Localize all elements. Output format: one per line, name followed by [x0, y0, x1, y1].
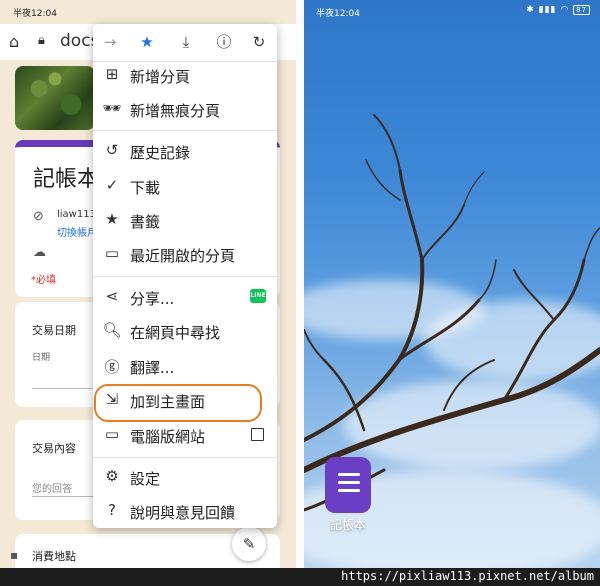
status-bar: 半夜12:04 ✱ ▮▮▮ ◠ 87 — [0, 0, 600, 22]
date-input[interactable] — [32, 388, 102, 389]
menu-item-desktop-site[interactable]: ▭ 電腦版網站 — [93, 420, 277, 452]
download-icon[interactable]: ⤓ — [175, 31, 197, 53]
menu-item-history[interactable]: ↺ 歷史記錄 — [93, 136, 277, 168]
content-question-label: 交易內容 — [32, 442, 76, 455]
menu-item-label: 最近開啟的分頁 — [130, 247, 236, 265]
report-icon[interactable]: ▪ — [10, 548, 18, 562]
menu-item-label: 設定 — [130, 470, 161, 488]
form-banner-image — [15, 66, 95, 130]
home-icon[interactable]: ⌂ — [9, 32, 19, 51]
date-question-label: 交易日期 — [32, 324, 76, 337]
menu-toolbar: → ★ ⤓ ⓘ ↻ — [93, 24, 277, 60]
forward-icon[interactable]: → — [99, 31, 121, 53]
status-time: 半夜12:04 — [13, 9, 57, 19]
status-icons: ✱ ▮▮▮ ◠ 87 — [526, 5, 590, 15]
menu-item-label: 下載 — [130, 179, 161, 197]
menu-divider — [93, 130, 277, 131]
desktop-site-checkbox[interactable] — [251, 428, 264, 441]
share-icon: ⋖ — [105, 287, 119, 305]
menu-item-new-tab[interactable]: ⊞ 新增分頁 — [93, 60, 277, 92]
info-icon[interactable]: ⓘ — [213, 31, 235, 53]
app-label: 記帳本 — [329, 518, 366, 532]
menu-divider — [93, 276, 277, 277]
new-tab-icon: ⊞ — [105, 65, 119, 83]
menu-item-label: 新增分頁 — [130, 68, 191, 86]
menu-item-label: 在網頁中尋找 — [130, 324, 221, 342]
menu-item-label: 書籤 — [130, 213, 161, 231]
watermark-text: https://pixliaw113.pixnet.net/album — [341, 569, 594, 583]
translate-icon: ⓖ — [104, 358, 120, 376]
date-sub-label: 日期 — [32, 353, 51, 363]
content-answer-input[interactable]: 您的回答 — [32, 480, 72, 495]
browser-overflow-menu: → ★ ⤓ ⓘ ↻ ⊞ 新增分頁 🕶︎ 新增無痕分頁 ↺ 歷史記錄 ✓ 下載 ★… — [93, 24, 277, 528]
eye-off-icon: ⊘ — [33, 209, 44, 224]
menu-item-recent-tabs[interactable]: ▭ 最近開啟的分頁 — [93, 239, 277, 271]
menu-item-translate[interactable]: ⓖ 翻譯... — [93, 351, 277, 383]
menu-item-label: 分享... — [130, 290, 175, 308]
incognito-icon: 🕶︎ — [102, 99, 122, 117]
menu-item-label: 翻譯... — [130, 359, 175, 377]
left-phone-screen: 半夜12:04 ✱ ▮▮▮ ◠ 87 ⌂ 🔒︎ docs 記帳本 ⊘ liaw1… — [0, 0, 600, 574]
history-icon: ↺ — [105, 141, 119, 159]
menu-item-help[interactable]: ? 說明與意見回饋 — [93, 496, 277, 528]
bookmarks-icon: ★ — [105, 210, 119, 228]
settings-icon: ⚙ — [105, 467, 119, 485]
switch-account-link[interactable]: 切換帳戶 — [57, 224, 97, 239]
downloads-icon: ✓ — [105, 176, 119, 194]
lock-icon: 🔒︎ — [38, 33, 45, 48]
forms-app-icon[interactable] — [325, 457, 371, 513]
recent-tabs-icon: ▭ — [104, 244, 120, 262]
menu-item-incognito[interactable]: 🕶︎ 新增無痕分頁 — [93, 94, 277, 126]
menu-item-label: 說明與意見回饋 — [130, 504, 236, 522]
pencil-icon: ✎ — [242, 535, 256, 553]
menu-item-label: 電腦版網站 — [130, 428, 206, 446]
menu-item-label: 歷史記錄 — [130, 144, 191, 162]
account-name: liaw113 — [57, 209, 96, 220]
menu-divider — [93, 457, 277, 458]
desktop-site-icon: ▭ — [104, 425, 120, 443]
reload-icon[interactable]: ↻ — [248, 31, 270, 53]
add-to-home-highlight — [94, 384, 262, 422]
menu-item-label: 新增無痕分頁 — [130, 102, 221, 120]
list-icon — [338, 473, 360, 497]
right-phone-screen: 半夜12:04 ✱ ▮▮▮ ◠ 87 記帳本 — [304, 0, 600, 568]
status-time: 半夜12:04 — [316, 9, 360, 19]
form-title: 記帳本 — [33, 167, 100, 192]
cloud-icon: ☁ — [33, 245, 46, 260]
required-note: *必填 — [31, 275, 56, 286]
status-bar: 半夜12:04 ✱ ▮▮▮ ◠ 87 — [304, 0, 600, 22]
find-in-page-icon: 🔍︎ — [102, 321, 122, 339]
place-question-label: 消費地點 — [32, 550, 76, 563]
content-input-underline — [32, 496, 102, 497]
battery-indicator: 87 — [573, 5, 590, 15]
edit-button[interactable]: ✎ — [232, 527, 266, 561]
menu-item-share[interactable]: ⋖ 分享... LINE — [93, 282, 277, 314]
help-icon: ? — [108, 501, 116, 519]
menu-item-find-in-page[interactable]: 🔍︎ 在網頁中尋找 — [93, 316, 277, 348]
menu-item-downloads[interactable]: ✓ 下載 — [93, 171, 277, 203]
star-icon[interactable]: ★ — [136, 31, 158, 53]
menu-item-settings[interactable]: ⚙ 設定 — [93, 462, 277, 494]
menu-item-bookmarks[interactable]: ★ 書籤 — [93, 205, 277, 237]
watermark-bar: https://pixliaw113.pixnet.net/album — [0, 568, 600, 586]
line-app-icon[interactable]: LINE — [250, 289, 266, 303]
screen-divider — [296, 0, 304, 568]
